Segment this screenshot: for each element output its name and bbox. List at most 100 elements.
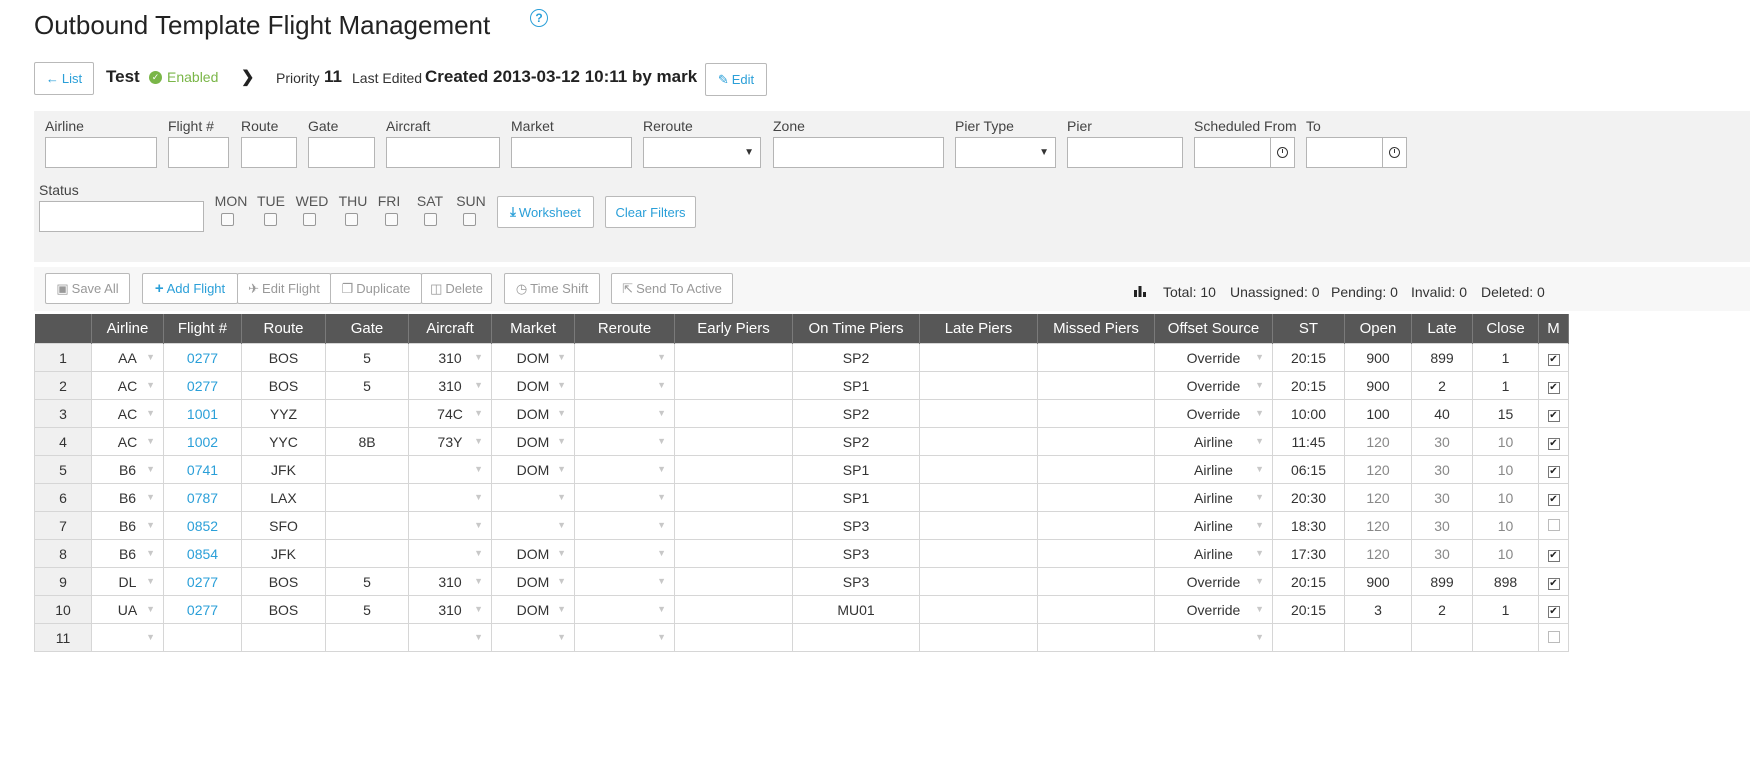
cell-aircraft[interactable]: ▼ [408,483,492,512]
cell-late[interactable] [919,511,1038,540]
cell-ontime[interactable]: MU01 [792,595,920,624]
caret-down-icon[interactable]: ▼ [474,408,483,418]
cell-early[interactable] [674,427,793,456]
caret-down-icon[interactable]: ▼ [657,576,666,586]
cell-offset[interactable]: ▼ [1154,623,1273,652]
column-header-row-number[interactable] [34,314,92,344]
cell-latev[interactable]: 30 [1411,427,1473,456]
cell-flight[interactable]: 0854 [163,539,242,568]
caret-down-icon[interactable]: ▼ [557,380,566,390]
cell-missed[interactable] [1037,567,1155,596]
column-header-late-piers[interactable]: Late Piers [919,314,1038,344]
table-row[interactable]: 5 B6 ▼ 0741 JFK ▼ DOM ▼ ▼ SP1 Airline ▼ 06:15 120 30 10… [34,455,1569,484]
cell-route[interactable]: BOS [241,595,326,624]
checked-checkbox-icon[interactable]: ✔ [1547,550,1560,562]
caret-down-icon[interactable]: ▼ [146,464,155,474]
cell-missed[interactable] [1037,455,1155,484]
cell-latev[interactable] [1411,623,1473,652]
caret-down-icon[interactable]: ▼ [474,548,483,558]
cell-early[interactable] [674,455,793,484]
checked-checkbox-icon[interactable]: ✔ [1547,466,1560,478]
cell-flight[interactable]: 1001 [163,399,242,428]
cell-aircraft[interactable]: 310 ▼ [408,371,492,400]
caret-down-icon[interactable]: ▼ [657,408,666,418]
checked-checkbox-icon[interactable]: ✔ [1547,578,1560,590]
checked-checkbox-icon[interactable]: ✔ [1547,382,1560,394]
column-header-flight[interactable]: Flight # [163,314,242,344]
cell-latev[interactable]: 30 [1411,483,1473,512]
cell-reroute[interactable]: ▼ [574,399,675,428]
cell-open[interactable]: 900 [1344,371,1412,400]
cell-early[interactable] [674,539,793,568]
column-header-m[interactable]: M [1538,314,1569,344]
checked-checkbox-icon[interactable]: ✔ [1547,410,1560,422]
cell-gate[interactable] [325,511,409,540]
caret-down-icon[interactable]: ▼ [146,520,155,530]
cell-airline[interactable]: B6 ▼ [91,511,164,540]
caret-down-icon[interactable]: ▼ [657,604,666,614]
worksheet-button[interactable]: ⤓ Worksheet [497,196,594,228]
caret-down-icon[interactable]: ▼ [557,632,566,642]
chevron-right-icon[interactable]: ❯ [241,67,254,87]
cell-m-checkbox[interactable] [1538,511,1569,540]
cell-missed[interactable] [1037,595,1155,624]
unchecked-checkbox-icon[interactable] [1547,518,1560,531]
caret-down-icon[interactable]: ▼ [657,492,666,502]
cell-market[interactable]: ▼ [491,623,575,652]
cell-gate[interactable] [325,399,409,428]
cell-offset[interactable]: Override ▼ [1154,343,1273,372]
cell-close[interactable]: 10 [1472,511,1539,540]
unchecked-checkbox-icon[interactable] [1547,630,1560,643]
cell-aircraft[interactable]: 310 ▼ [408,595,492,624]
cell-close[interactable]: 1 [1472,595,1539,624]
day-checkbox-mon[interactable] [221,213,234,226]
caret-down-icon[interactable]: ▼ [1255,352,1264,362]
caret-down-icon[interactable]: ▼ [557,576,566,586]
cell-route[interactable]: YYC [241,427,326,456]
send-to-active-button[interactable]: ⇱ Send To Active [611,273,733,304]
cell-gate[interactable]: 5 [325,595,409,624]
column-header-gate[interactable]: Gate [325,314,409,344]
caret-down-icon[interactable]: ▼ [1255,464,1264,474]
caret-down-icon[interactable]: ▼ [146,408,155,418]
cell-open[interactable]: 120 [1344,511,1412,540]
cell-latev[interactable]: 30 [1411,539,1473,568]
cell-close[interactable]: 898 [1472,567,1539,596]
cell-missed[interactable] [1037,623,1155,652]
column-header-early-piers[interactable]: Early Piers [674,314,793,344]
cell-reroute[interactable]: ▼ [574,623,675,652]
clock-icon[interactable] [1270,138,1294,167]
delete-button[interactable]: ◫ Delete [421,273,492,304]
cell-ontime[interactable] [792,623,920,652]
cell-route[interactable]: BOS [241,567,326,596]
caret-down-icon[interactable]: ▼ [1255,548,1264,558]
cell-open[interactable]: 100 [1344,399,1412,428]
cell-m-checkbox[interactable]: ✔ [1538,595,1569,624]
cell-reroute[interactable]: ▼ [574,567,675,596]
scheduled-to-input[interactable] [1306,137,1407,168]
table-row[interactable]: 9 DL ▼ 0277 BOS 5 310 ▼ DOM ▼ ▼ SP3 Override ▼ 20:15 90… [34,567,1569,596]
cell-offset[interactable]: Airline ▼ [1154,455,1273,484]
cell-offset[interactable]: Override ▼ [1154,371,1273,400]
list-button[interactable]: ← List [34,62,94,95]
cell-market[interactable]: DOM ▼ [491,567,575,596]
cell-early[interactable] [674,343,793,372]
caret-down-icon[interactable]: ▼ [1255,492,1264,502]
cell-st[interactable]: 20:15 [1272,343,1345,372]
cell-late[interactable] [919,483,1038,512]
cell-airline[interactable]: B6 ▼ [91,483,164,512]
cell-reroute[interactable]: ▼ [574,595,675,624]
cell-missed[interactable] [1037,511,1155,540]
time-shift-button[interactable]: ◷ Time Shift [504,273,600,304]
cell-early[interactable] [674,567,793,596]
cell-open[interactable]: 120 [1344,427,1412,456]
cell-reroute[interactable]: ▼ [574,483,675,512]
cell-offset[interactable]: Airline ▼ [1154,539,1273,568]
cell-m-checkbox[interactable]: ✔ [1538,483,1569,512]
edit-button[interactable]: ✎ Edit [705,63,767,96]
cell-flight[interactable]: 0787 [163,483,242,512]
cell-market[interactable]: ▼ [491,511,575,540]
cell-aircraft[interactable]: 310 ▼ [408,567,492,596]
cell-st[interactable]: 18:30 [1272,511,1345,540]
cell-missed[interactable] [1037,343,1155,372]
